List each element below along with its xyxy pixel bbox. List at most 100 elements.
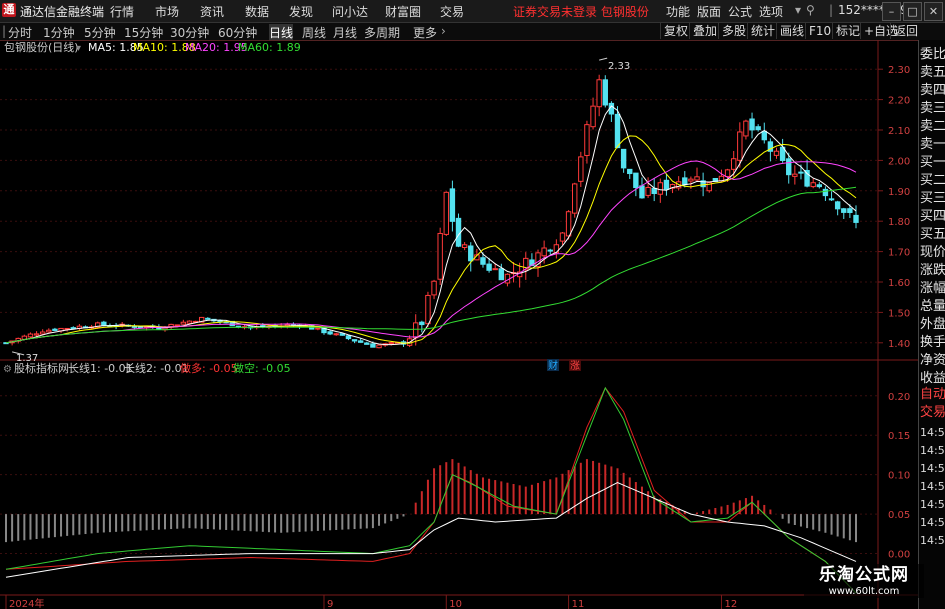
menu-layout[interactable]: 版面	[697, 3, 721, 20]
candle-body	[419, 321, 425, 326]
draw-button[interactable]: 画线	[776, 23, 807, 39]
candle-body	[339, 333, 346, 336]
sidebar-label[interactable]: 现价	[920, 244, 945, 262]
adjust-button[interactable]: 复权	[660, 23, 691, 39]
sidebar-label[interactable]: 卖一	[920, 136, 945, 154]
period-multi[interactable]: 多周期	[364, 24, 400, 41]
sidebar-label[interactable]: 买五	[920, 226, 945, 244]
multi-stock-button[interactable]: 多股	[718, 23, 749, 39]
sidebar-label[interactable]: 委比	[920, 46, 945, 64]
sidebar-label[interactable]: 涨跌	[920, 262, 945, 280]
period-5min[interactable]: 5分钟	[84, 24, 116, 41]
watermark-title: 乐淘公式网	[819, 565, 909, 585]
chart-area[interactable]: 1.40 1.50 1.60 1.70 1.80 1.90 2.00 2.10 2.20 2.30…	[0, 40, 918, 609]
close-icon[interactable]: ✕	[924, 2, 943, 21]
sidebar-label[interactable]: 总量	[920, 298, 945, 316]
period-60min[interactable]: 60分钟	[218, 24, 257, 41]
sidebar-label[interactable]: 买三	[920, 190, 945, 208]
maximize-icon[interactable]: □	[903, 2, 922, 21]
menu-discover[interactable]: 发现	[289, 3, 313, 20]
tick-time: 14:56	[920, 516, 945, 529]
tick-time: 14:56	[920, 426, 945, 439]
candle-body	[443, 191, 449, 235]
candle-body	[461, 244, 468, 248]
candle-body	[620, 148, 627, 169]
menu-wealth[interactable]: 财富圈	[385, 3, 421, 20]
mark-button[interactable]: 标记	[832, 23, 863, 39]
app-logo-icon: 通	[2, 3, 16, 17]
candle-body	[602, 79, 608, 106]
sidebar-label[interactable]: 净资	[920, 352, 945, 370]
event-badges[interactable]: 财 涨	[547, 359, 581, 372]
menu-options[interactable]: 选项	[759, 3, 783, 20]
price-tick-label: 1.90	[888, 187, 910, 198]
indicator-bear: 做空: -0.05	[233, 361, 291, 375]
trade-label[interactable]: 交易	[920, 404, 945, 422]
menu-trade[interactable]: 交易	[440, 3, 464, 20]
price-gridlines	[0, 68, 878, 344]
sidebar-label[interactable]: 卖三	[920, 100, 945, 118]
candle-body	[468, 245, 474, 262]
candle-body	[46, 329, 52, 333]
chevron-down-icon[interactable]: ▾	[795, 3, 801, 17]
candle-body	[101, 321, 107, 326]
minimize-icon[interactable]: –	[882, 2, 901, 21]
price-annotations: 2.33 1.37	[16, 61, 630, 364]
menu-quotes[interactable]: 行情	[110, 3, 134, 20]
menu-market[interactable]: 市场	[155, 3, 179, 20]
time-tick-label: 2024年	[9, 597, 44, 609]
period-30min[interactable]: 30分钟	[170, 24, 209, 41]
sidebar-label[interactable]: 买一	[920, 154, 945, 172]
period-more[interactable]: 更多	[413, 24, 437, 41]
candle-body	[682, 177, 688, 186]
ma60-label: MA60: 1.89	[238, 41, 301, 54]
sidebar-label[interactable]: 涨幅	[920, 280, 945, 298]
period-toolbar: | 分时 1分钟 5分钟 15分钟 30分钟 60分钟 日线 周线 月线 多周期…	[0, 23, 945, 41]
candle-body	[651, 187, 657, 195]
price-tick-label: 2.30	[888, 65, 910, 76]
quote-sidebar: 委比 卖五 卖四 卖三 卖二 卖一 买一 买二 买三 买四 买五 现价 涨跌 涨…	[918, 40, 945, 609]
candle-body	[33, 333, 40, 336]
candle-body	[425, 294, 431, 325]
candle-body	[333, 333, 339, 336]
indicator-tick-label: 0.10	[888, 471, 910, 482]
period-daily[interactable]: 日线	[269, 24, 294, 41]
menu-ask[interactable]: 问小达	[332, 3, 368, 20]
candle-body	[743, 120, 749, 137]
indicator-tick-label: 0.05	[888, 510, 910, 521]
sidebar-label[interactable]: 买四	[920, 208, 945, 226]
menu-data[interactable]: 数据	[245, 3, 269, 20]
sidebar-label[interactable]: 卖四	[920, 82, 945, 100]
candle-body	[572, 183, 578, 214]
candle-body	[853, 214, 859, 223]
candle-body	[663, 179, 670, 190]
period-weekly[interactable]: 周线	[302, 24, 326, 41]
sidebar-label[interactable]: 外盘	[920, 316, 945, 334]
period-15min[interactable]: 15分钟	[124, 24, 163, 41]
search-icon[interactable]: ⚲	[806, 3, 815, 17]
menu-formula[interactable]: 公式	[728, 3, 752, 20]
login-warning[interactable]: 证券交易未登录 包钢股份	[513, 3, 649, 20]
auto-trade-label[interactable]: 自动	[920, 386, 945, 404]
candle-body	[376, 344, 382, 349]
stats-button[interactable]: 统计	[747, 23, 778, 39]
indicator-gridlines	[0, 395, 878, 555]
back-button[interactable]: 返回	[890, 23, 921, 39]
period-1min[interactable]: 1分钟	[43, 24, 75, 41]
sidebar-label[interactable]: 换手	[920, 334, 945, 352]
menu-function[interactable]: 功能	[666, 3, 690, 20]
candle-body	[645, 186, 651, 196]
gear-icon: ⚙	[3, 364, 12, 375]
chevron-right-icon[interactable]: ›	[441, 24, 446, 38]
menu-news[interactable]: 资讯	[200, 3, 224, 20]
period-monthly[interactable]: 月线	[333, 24, 357, 41]
period-tick[interactable]: 分时	[8, 24, 32, 41]
sidebar-label[interactable]: 买二	[920, 172, 945, 190]
candle-body	[180, 321, 187, 325]
overlay-button[interactable]: 叠加	[689, 23, 720, 39]
indicator-axis: 0.00 0.05 0.10 0.15 0.20	[888, 392, 910, 561]
indicator-name: 股标指标网	[14, 361, 69, 375]
f10-button[interactable]: F10	[805, 23, 834, 39]
sidebar-label[interactable]: 卖五	[920, 64, 945, 82]
sidebar-label[interactable]: 卖二	[920, 118, 945, 136]
